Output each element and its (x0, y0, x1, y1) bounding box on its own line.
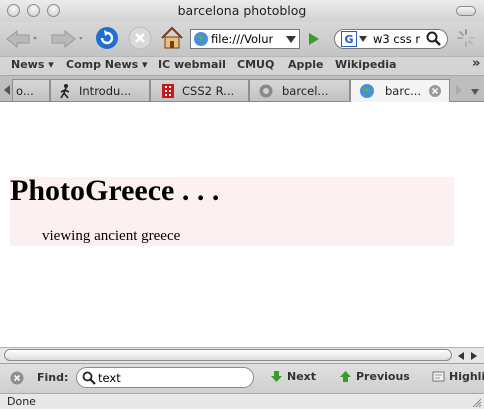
home-button[interactable] (159, 26, 185, 49)
url-dropdown-icon[interactable] (285, 34, 297, 44)
scrollbar-thumb[interactable] (4, 349, 452, 361)
bookmark-ic-webmail[interactable]: IC webmail (158, 58, 226, 71)
tab-label: o... (16, 83, 34, 98)
find-previous-button[interactable]: Previous (339, 370, 410, 383)
tab-label: CSS2 R... (182, 83, 235, 98)
down-arrow-icon (271, 371, 282, 382)
find-label: Find: (37, 371, 69, 384)
go-arrow-icon (309, 33, 319, 45)
up-arrow-icon (340, 371, 351, 382)
bookmark-wikipedia[interactable]: Wikipedia (335, 58, 396, 71)
status-text: Done (7, 395, 36, 408)
reload-icon (96, 27, 118, 49)
status-bar (0, 393, 484, 409)
tab-label: Introdu... (79, 83, 132, 98)
stop-button[interactable] (128, 26, 152, 50)
spinner-icon (457, 29, 475, 47)
bookmark-apple[interactable]: Apple (288, 58, 324, 71)
css-book-icon (162, 83, 174, 98)
scroll-left-icon (458, 352, 464, 360)
toolbar-toggle-button[interactable] (456, 6, 476, 16)
tab-3[interactable]: CSS2 R... (150, 79, 249, 101)
tab-scroll-right-button[interactable] (454, 84, 464, 99)
close-icon (10, 371, 24, 385)
tab-label: barc... (385, 84, 422, 98)
stop-icon (128, 26, 152, 50)
tab-4[interactable]: barcel... (249, 79, 350, 101)
tab-1[interactable]: o... (12, 79, 50, 101)
walking-person-icon (60, 83, 70, 98)
resize-grip-icon (472, 398, 482, 408)
highlight-label: Highli (449, 370, 484, 383)
search-engine-dropdown-icon[interactable] (359, 36, 367, 42)
home-icon (161, 26, 183, 49)
url-field[interactable]: file:///Volur (190, 29, 300, 49)
page-globe-icon (259, 84, 273, 97)
highlight-icon (432, 371, 445, 382)
chevron-left-icon (4, 85, 10, 95)
find-input[interactable]: text (76, 367, 254, 388)
magnifier-icon (82, 371, 96, 385)
search-icon[interactable] (426, 31, 442, 47)
globe-icon (360, 84, 374, 98)
close-findbar-button[interactable] (10, 371, 24, 388)
bookmark-cmuq[interactable]: CMUQ (237, 58, 274, 71)
page-title: PhotoGreece . . . (10, 174, 220, 207)
highlight-all-button[interactable]: Highli (432, 370, 484, 383)
tab-label: barcel... (282, 83, 329, 98)
bookmark-comp-news[interactable]: Comp News ▾ (66, 58, 148, 71)
scroll-right-icon (471, 352, 477, 360)
reload-button[interactable] (95, 27, 119, 49)
url-text: file:///Volur (211, 32, 274, 46)
page-subtitle: viewing ancient greece (42, 228, 181, 244)
search-engine-icon[interactable]: G (341, 31, 357, 47)
back-arrow-icon (6, 29, 37, 49)
tab-5-active[interactable]: barc... (350, 79, 450, 102)
bookmark-news[interactable]: News ▾ (11, 58, 54, 71)
find-previous-label: Previous (356, 370, 410, 383)
forward-arrow-icon (51, 29, 83, 49)
all-tabs-button[interactable] (470, 86, 480, 99)
search-text: w3 css r (373, 32, 421, 46)
find-text: text (98, 370, 121, 385)
back-button[interactable] (4, 28, 40, 50)
go-button[interactable] (302, 28, 324, 50)
find-next-label: Next (287, 370, 317, 383)
forward-button[interactable] (48, 28, 86, 50)
close-tab-icon[interactable] (429, 85, 441, 97)
search-field[interactable]: G w3 css r (334, 29, 448, 49)
tab-scroll-left-button[interactable] (2, 84, 12, 99)
chevron-right-icon (456, 85, 462, 95)
window-title: barcelona photoblog (177, 3, 307, 18)
activity-throbber (456, 28, 476, 48)
globe-icon (194, 32, 208, 46)
bookmarks-overflow-button[interactable]: » (472, 56, 480, 71)
tab-2[interactable]: Introdu... (50, 79, 150, 101)
chevron-down-icon (471, 89, 479, 95)
find-next-button[interactable]: Next (270, 370, 316, 383)
